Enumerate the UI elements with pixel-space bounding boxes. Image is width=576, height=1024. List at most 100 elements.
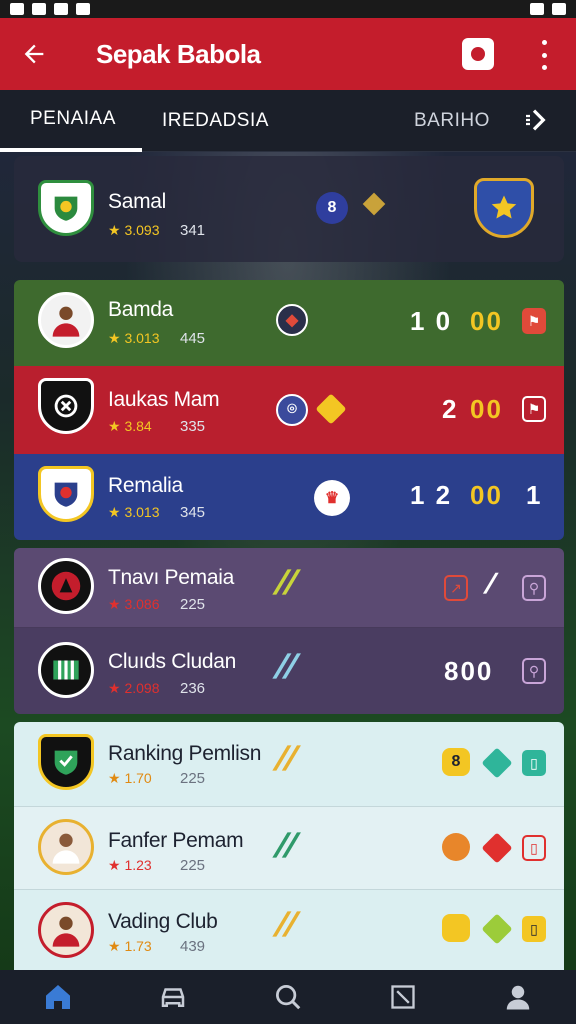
search-icon	[272, 981, 304, 1013]
team-name: Samal	[108, 190, 167, 213]
club-crest-icon	[54, 196, 78, 221]
list-item[interactable]: Ranking Pemlisn ★ 1.70 225 // 8 ▯	[14, 722, 564, 806]
team-rating: ★ 3.84	[108, 418, 152, 434]
slash-icon: /	[482, 568, 498, 599]
stats-icon[interactable]: ⚑	[522, 308, 546, 334]
tab-iredadsia[interactable]: IREDADSIA	[142, 90, 269, 152]
more-options-button[interactable]	[532, 40, 556, 70]
club-crest-icon	[54, 394, 78, 418]
team-logo	[38, 642, 94, 698]
team-count: 225	[180, 770, 206, 787]
versus-glyph: 8	[327, 199, 337, 216]
more-dot	[541, 65, 547, 70]
team-logo-shield	[38, 466, 94, 522]
stats-icon[interactable]: ⚑	[522, 396, 546, 422]
team-logo	[38, 558, 94, 614]
team-name: Remalia	[108, 474, 183, 497]
status-bar	[0, 0, 576, 18]
team-name: Fanfer Pemam	[108, 829, 244, 852]
car-icon	[157, 981, 189, 1013]
person-icon	[52, 306, 80, 337]
team-logo-shield	[38, 378, 94, 434]
match-row[interactable]: Bamda ★ 3.013 445 ◆ 1 0 00 ⚑	[14, 280, 564, 366]
bookmark-icon[interactable]: ▯	[522, 916, 546, 942]
arrow-left-icon	[24, 44, 44, 64]
bookmark-icon[interactable]: ⚲	[522, 658, 546, 684]
diamond-icon	[315, 393, 347, 425]
club-crest-icon	[51, 571, 81, 601]
list-item[interactable]: Fanfer Pemam ★ 1.23 225 // ▯	[14, 806, 564, 890]
notification-icon	[76, 3, 90, 15]
nav-profile[interactable]	[461, 970, 576, 1024]
tab-penaiaa[interactable]: PENAIAA	[0, 90, 142, 152]
versus-badge: 8	[316, 192, 348, 224]
nav-matches[interactable]	[115, 970, 230, 1024]
club-badge-icon: ⌾	[276, 394, 308, 426]
flag-icon[interactable]: ↗	[444, 575, 468, 601]
tag-icon	[442, 914, 470, 942]
opponent-logo	[474, 178, 534, 238]
person-icon	[52, 916, 80, 947]
team-rating: ★ 2.098	[108, 680, 160, 696]
match-score-highlight: 00	[470, 480, 503, 510]
team-logo-shield	[38, 180, 94, 236]
diamond-icon	[481, 832, 513, 864]
match-score-highlight: 00	[470, 394, 503, 424]
app-bar: Sepak Babola	[0, 18, 576, 90]
team-rating: ★ 1.73	[108, 938, 152, 954]
nav-stats[interactable]	[346, 970, 461, 1024]
team-count: 225	[180, 596, 206, 613]
nav-home[interactable]	[0, 970, 115, 1024]
bookmark-icon[interactable]: ▯	[522, 750, 546, 776]
battery-icon	[552, 3, 566, 15]
back-button[interactable]	[0, 18, 68, 90]
lightning-icon: //	[272, 906, 300, 944]
bookmark-icon[interactable]: ⚲	[522, 575, 546, 601]
record-icon	[471, 47, 485, 61]
club-badge-icon: ♛	[314, 480, 350, 516]
notification-icon	[32, 3, 46, 15]
diamond-icon	[481, 747, 513, 779]
featured-match-card[interactable]: Samal ★ 3.093 341 8	[14, 156, 564, 262]
more-dot	[541, 40, 547, 45]
match-score: 800	[444, 656, 494, 686]
team-count: 345	[180, 504, 206, 521]
club-crest-icon	[54, 482, 78, 507]
profile-icon	[502, 981, 534, 1013]
tab-scroll-right-button[interactable]	[522, 104, 554, 143]
team-rating: ★ 3.013	[108, 330, 160, 346]
team-rating: ★ 3.093	[108, 222, 160, 238]
team-name: Bamda	[108, 298, 174, 321]
team-rating: ★ 1.23	[108, 857, 152, 873]
nav-search[interactable]	[230, 970, 345, 1024]
team-rating: ★ 1.70	[108, 770, 152, 786]
lightning-icon: //	[272, 827, 300, 865]
record-button[interactable]	[462, 38, 494, 70]
list-item[interactable]: Vading Club ★ 1.73 439 // ▯	[14, 890, 564, 970]
team-name: Vading Club	[108, 910, 218, 933]
team-name: Ranking Pemlisn	[108, 742, 262, 765]
tab-bariho[interactable]: BARIHO	[414, 90, 490, 152]
team-name: Tnavı Pemaia	[108, 566, 234, 589]
team-count: 335	[180, 418, 206, 435]
score-badge-value: 8	[451, 753, 461, 770]
team-rating: ★ 3.013	[108, 504, 160, 520]
player-avatar	[38, 292, 94, 348]
bookmark-icon[interactable]: ▯	[522, 835, 546, 861]
team-name: Cluıds Cludan	[108, 650, 237, 673]
lightning-icon: //	[272, 648, 300, 686]
wifi-icon	[530, 3, 544, 15]
team-count: 236	[180, 680, 206, 697]
star-icon	[491, 195, 517, 219]
club-crest-icon	[53, 660, 79, 680]
diamond-icon	[481, 913, 513, 945]
chevron-right-icon	[526, 109, 546, 131]
list-item[interactable]: Cluıds Cludan ★ 2.098 236 // 800 ⚲	[14, 628, 564, 714]
match-score-highlight: 00	[470, 306, 503, 336]
match-row[interactable]: Remalia ★ 3.013 345 ♛ 1 2 00 1	[14, 454, 564, 540]
team-logo-shield	[38, 734, 94, 790]
hexagon-icon	[442, 833, 470, 861]
match-row[interactable]: Iaukas Mam ★ 3.84 335 ⌾ 2 00 ⚑	[14, 366, 564, 454]
team-count: 225	[180, 857, 206, 874]
list-item[interactable]: Tnavı Pemaia ★ 3.086 225 // ↗ / ⚲	[14, 548, 564, 628]
